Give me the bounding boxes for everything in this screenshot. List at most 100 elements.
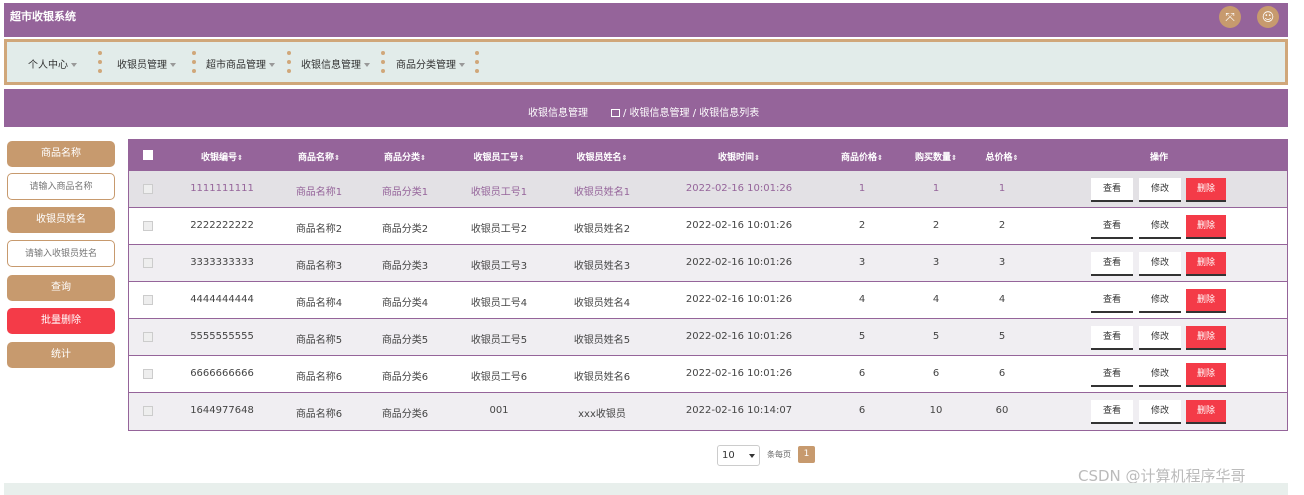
delete-button[interactable]: 删除 [1186, 326, 1226, 350]
cell-product: 商品名称4 [295, 298, 343, 309]
view-button[interactable]: 查看 [1091, 215, 1133, 239]
delete-button[interactable]: 删除 [1186, 252, 1226, 276]
cell-total: 4 [998, 294, 1006, 305]
edit-button[interactable]: 修改 [1139, 289, 1181, 313]
cell-cashier-name: 收银员姓名2 [573, 224, 631, 235]
cell-id: 2222222222 [190, 220, 254, 231]
view-button[interactable]: 查看 [1091, 178, 1133, 202]
batch-delete-button[interactable]: 批量删除 [7, 308, 115, 334]
menu-divider [98, 51, 102, 73]
edit-button[interactable]: 修改 [1139, 326, 1181, 350]
delete-button[interactable]: 删除 [1186, 363, 1226, 387]
sort-icon: ⇕ [1012, 154, 1019, 162]
column-header-cashier-no[interactable]: 收银员工号⇕ [474, 150, 525, 163]
cell-time: 2022-02-16 10:01:26 [685, 368, 793, 379]
cell-total: 2 [998, 220, 1006, 231]
cell-product: 商品名称2 [295, 224, 343, 235]
cell-id: 3333333333 [190, 257, 254, 268]
menu-item-cashier-management[interactable]: 收银员管理 [117, 56, 176, 71]
view-button[interactable]: 查看 [1091, 326, 1133, 350]
breadcrumb-bar: 收银信息管理 / 收银信息管理 / 收银信息列表 [4, 89, 1288, 127]
menu-item-category-management[interactable]: 商品分类管理 [396, 56, 465, 71]
footer-bar [4, 483, 1288, 495]
delete-button[interactable]: 删除 [1186, 400, 1226, 424]
column-header-total[interactable]: 总价格⇕ [986, 150, 1019, 163]
row-checkbox[interactable] [143, 406, 153, 416]
table-row[interactable]: 6666666666 商品名称6 商品分类6 收银员工号6 收银员姓名6 202… [129, 356, 1287, 393]
cell-qty: 10 [929, 405, 943, 416]
cell-qty: 6 [932, 368, 940, 379]
sort-icon: ⇕ [951, 154, 957, 162]
view-button[interactable]: 查看 [1091, 400, 1133, 424]
query-button[interactable]: 查询 [7, 275, 115, 301]
delete-button[interactable]: 删除 [1186, 289, 1226, 313]
cell-product: 商品名称3 [295, 261, 343, 272]
row-checkbox[interactable] [143, 369, 153, 379]
cell-cashier-name: 收银员姓名4 [573, 298, 631, 309]
table-header: 收银编号⇕ 商品名称⇕ 商品分类⇕ 收银员工号⇕ 收银员姓名⇕ 收银时间⇕ 商品… [129, 140, 1287, 171]
cell-category: 商品分类6 [381, 372, 429, 383]
product-name-input[interactable] [7, 173, 115, 200]
breadcrumb-path[interactable]: / 收银信息管理 / 收银信息列表 [623, 108, 759, 119]
column-header-actions: 操作 [1149, 153, 1169, 163]
column-header-price[interactable]: 商品价格⇕ [841, 150, 883, 163]
table-row[interactable]: 4444444444 商品名称4 商品分类4 收银员工号4 收银员姓名4 202… [129, 282, 1287, 319]
menu-item-personal-center[interactable]: 个人中心 [28, 56, 77, 71]
edit-button[interactable]: 修改 [1139, 178, 1181, 202]
table-row[interactable]: 3333333333 商品名称3 商品分类3 收银员工号3 收银员姓名3 202… [129, 245, 1287, 282]
menu-divider [381, 51, 385, 73]
checkout-table: 收银编号⇕ 商品名称⇕ 商品分类⇕ 收银员工号⇕ 收银员姓名⇕ 收银时间⇕ 商品… [128, 139, 1288, 431]
cell-qty: 5 [932, 331, 940, 342]
menu-item-checkout-management[interactable]: 收银信息管理 [301, 56, 370, 71]
cell-total: 1 [998, 183, 1006, 194]
cell-time: 2022-02-16 10:01:26 [685, 331, 793, 342]
stats-button[interactable]: 统计 [7, 342, 115, 368]
delete-button[interactable]: 删除 [1186, 215, 1226, 239]
cell-id: 4444444444 [190, 294, 254, 305]
cashier-name-input[interactable] [7, 240, 115, 267]
column-header-category[interactable]: 商品分类⇕ [384, 150, 426, 163]
page-size-label: 条每页 [767, 450, 791, 459]
table-row[interactable]: 1111111111 商品名称1 商品分类1 收银员工号1 收银员姓名1 202… [129, 171, 1287, 208]
edit-button[interactable]: 修改 [1139, 363, 1181, 387]
row-checkbox[interactable] [143, 295, 153, 305]
row-checkbox[interactable] [143, 258, 153, 268]
table-row[interactable]: 1644977648 商品名称6 商品分类6 001 xxx收银员 2022-0… [129, 393, 1287, 430]
edit-button[interactable]: 修改 [1139, 215, 1181, 239]
table-row[interactable]: 2222222222 商品名称2 商品分类2 收银员工号2 收银员姓名2 202… [129, 208, 1287, 245]
edit-button[interactable]: 修改 [1139, 400, 1181, 424]
cell-cashier-no: 001 [489, 405, 509, 416]
page-button-current[interactable]: 1 [798, 446, 815, 463]
cell-price: 6 [858, 368, 866, 379]
view-button[interactable]: 查看 [1091, 363, 1133, 387]
fullscreen-icon[interactable]: ⤧ [1219, 6, 1241, 28]
table-row[interactable]: 5555555555 商品名称5 商品分类5 收银员工号5 收银员姓名5 202… [129, 319, 1287, 356]
cell-cashier-name: 收银员姓名5 [573, 335, 631, 346]
cell-total: 60 [995, 405, 1009, 416]
cell-cashier-no: 收银员工号1 [470, 187, 528, 198]
delete-button[interactable]: 删除 [1186, 178, 1226, 202]
menu-item-product-management[interactable]: 超市商品管理 [206, 56, 275, 71]
edit-button[interactable]: 修改 [1139, 252, 1181, 276]
sort-icon: ⇕ [754, 154, 760, 162]
cell-category: 商品分类4 [381, 298, 429, 309]
column-header-product[interactable]: 商品名称⇕ [298, 150, 340, 163]
sort-icon: ⇕ [420, 154, 426, 162]
user-icon[interactable]: ☺ [1257, 6, 1279, 28]
page-size-select[interactable]: 10 [717, 445, 760, 466]
row-checkbox[interactable] [143, 221, 153, 231]
home-icon[interactable] [611, 109, 620, 117]
cell-category: 商品分类5 [381, 335, 429, 346]
column-header-qty[interactable]: 购买数量⇕ [915, 150, 957, 163]
breadcrumb: / 收银信息管理 / 收银信息列表 [611, 104, 759, 119]
row-checkbox[interactable] [143, 332, 153, 342]
view-button[interactable]: 查看 [1091, 289, 1133, 313]
view-button[interactable]: 查看 [1091, 252, 1133, 276]
cell-category: 商品分类6 [381, 409, 429, 420]
column-header-id[interactable]: 收银编号⇕ [201, 150, 243, 163]
cell-cashier-name: xxx收银员 [578, 409, 626, 420]
select-all-checkbox[interactable] [143, 150, 153, 160]
column-header-time[interactable]: 收银时间⇕ [718, 150, 760, 163]
column-header-cashier-name[interactable]: 收银员姓名⇕ [577, 150, 628, 163]
row-checkbox[interactable] [143, 184, 153, 194]
